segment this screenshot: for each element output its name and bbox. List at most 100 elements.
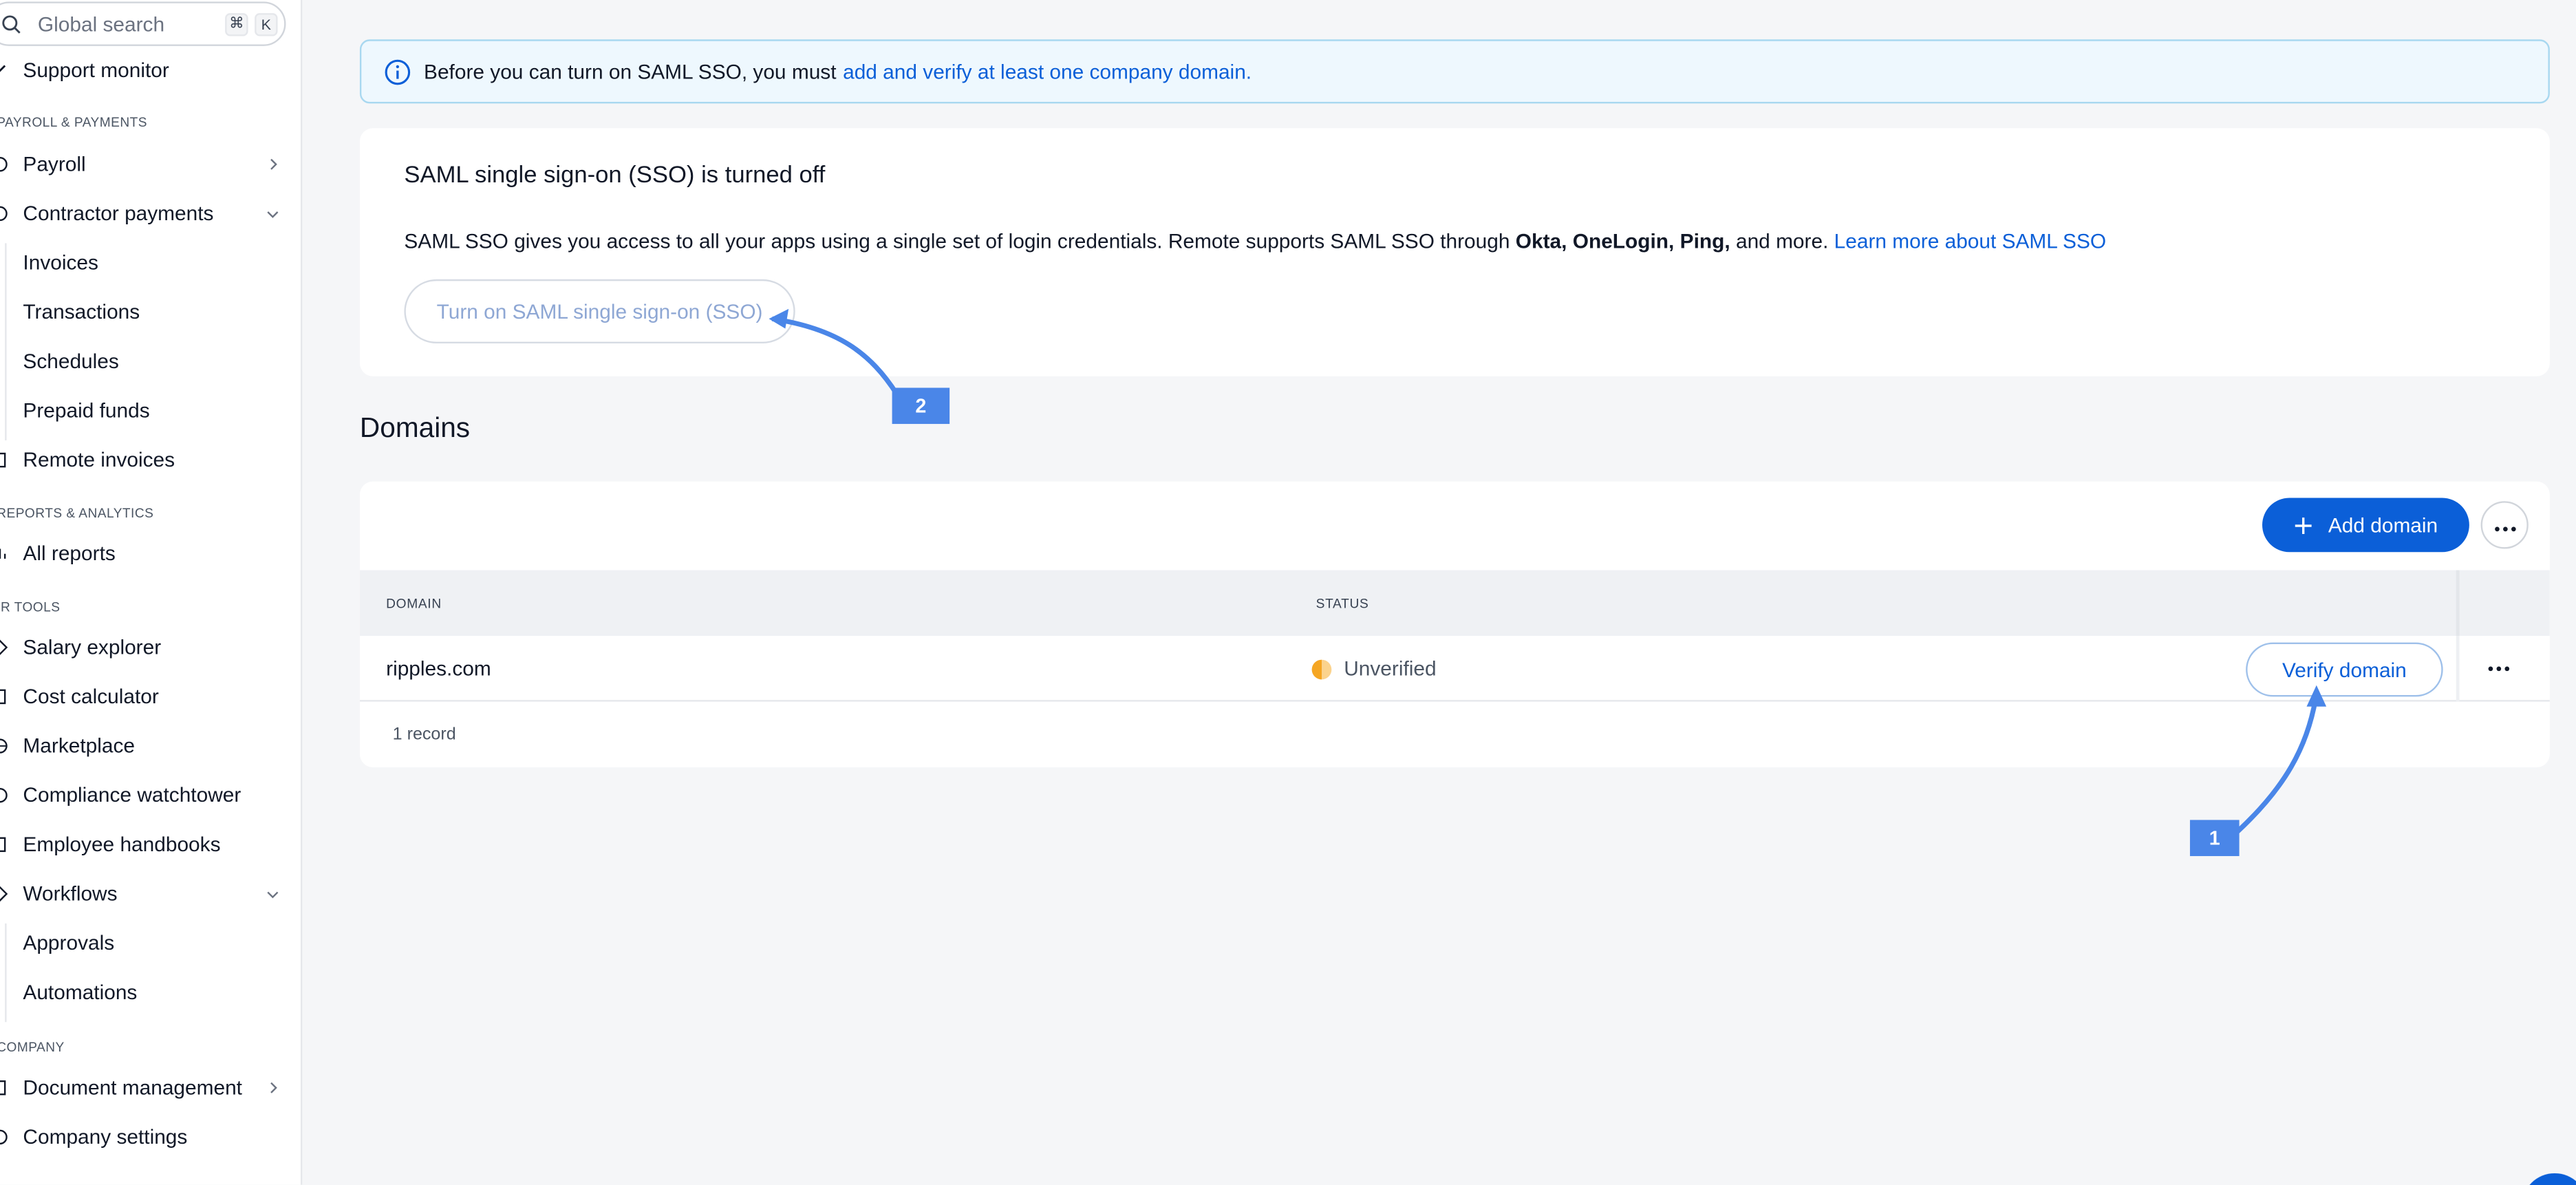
book-icon [0,835,10,855]
sidebar-item-label: Automations [23,981,138,1004]
add-domain-button[interactable]: Add domain [2262,498,2469,553]
monitor-icon [0,61,10,81]
sidebar-item-schedules[interactable]: Schedules [0,342,302,381]
sso-desc-end: and more. [1735,230,1829,253]
sidebar-item-label: Salary explorer [23,636,162,659]
sso-description: SAML SSO gives you access to all your ap… [404,230,2106,253]
sidebar-item-label: Prepaid funds [23,399,150,423]
settings-icon [0,1127,10,1147]
sidebar-item-all-reports[interactable]: All reports [0,534,302,573]
search-placeholder: Global search [37,12,165,36]
sidebar-item-employee-handbooks[interactable]: Employee handbooks [0,825,302,864]
status-badge: Unverified [1311,657,1437,681]
global-search[interactable]: Global search ⌘ K [0,1,286,46]
globe-icon [0,736,10,756]
sidebar-item-transactions[interactable]: Transactions [0,292,302,332]
annotation-marker-2: 2 [892,387,950,425]
sidebar-item-salary-explorer[interactable]: Salary explorer [0,628,302,667]
more-options-button[interactable] [2480,501,2529,549]
sidebar-item-approvals[interactable]: Approvals [0,924,302,963]
table-header: DOMAIN STATUS [359,570,2550,637]
chart-icon [0,544,10,564]
sidebar-item-label: Approvals [23,931,115,955]
sidebar-item-label: Cost calculator [23,685,159,709]
turn-on-sso-button[interactable]: Turn on SAML single sign-on (SSO) [404,279,795,344]
record-count: 1 record [392,725,456,745]
more-icon [2488,666,2510,672]
add-verify-domain-link[interactable]: add and verify at least one company doma… [843,60,1252,83]
sidebar-item-company-settings[interactable]: Company settings [0,1118,302,1157]
sidebar-item-remote-invoices[interactable]: Remote invoices [0,440,302,480]
section-label-payroll: PAYROLL & PAYMENTS [0,115,148,130]
sidebar-item-contractor-payments[interactable]: Contractor payments [0,194,302,233]
row-more-options-button[interactable] [2479,656,2518,682]
domain-cell: ripples.com [386,657,491,681]
okta-label: Okta, [1515,230,1567,253]
sidebar-item-label: Support monitor [23,58,169,83]
sidebar-item-document-management[interactable]: Document management [0,1068,302,1107]
sidebar-item-support-monitor[interactable]: Support monitor [0,51,302,90]
learn-more-sso-link[interactable]: Learn more about SAML SSO [1834,230,2106,253]
verify-domain-button[interactable]: Verify domain [2246,642,2443,697]
sso-desc-start: SAML SSO gives you access to all your ap… [404,230,1510,253]
shortcut-cmd-key: ⌘ [225,12,248,36]
sidebar-item-label: Document management [23,1076,242,1100]
info-banner: Before you can turn on SAML SSO, you mus… [359,39,2550,104]
search-icon [1,12,24,35]
sidebar-item-label: Workflows [23,882,118,906]
table-row: ripples.com Unverified Verify domain [359,636,2550,702]
invoice-icon [0,450,10,470]
chevron-right-icon [263,154,283,174]
add-domain-label: Add domain [2328,513,2438,537]
more-icon [2493,510,2515,540]
help-chat-button[interactable] [2522,1173,2576,1185]
sidebar-item-workflows[interactable]: Workflows [0,874,302,913]
column-divider [2456,636,2460,702]
sidebar-item-label: Schedules [23,350,119,374]
annotation-marker-1: 1 [2189,820,2240,857]
calculator-icon [0,687,10,707]
sidebar: Global search ⌘ K Support monitor PAYROL… [0,0,303,1185]
sidebar-item-compliance-watchtower[interactable]: Compliance watchtower [0,776,302,815]
sidebar-item-prepaid-funds[interactable]: Prepaid funds [0,391,302,430]
domains-card: Add domain DOMAIN STATUS ripples.com Unv… [359,481,2550,768]
sso-card: SAML single sign-on (SSO) is turned off … [359,128,2550,376]
info-icon [385,58,411,85]
banner-text: Before you can turn on SAML SSO, you mus… [424,60,837,83]
sidebar-item-label: Invoices [23,251,98,275]
currency-icon [0,154,10,174]
sidebar-item-label: Transactions [23,300,140,324]
domains-heading: Domains [359,412,471,444]
compliance-icon [0,785,10,805]
ping-label: Ping, [1679,230,1730,253]
explorer-icon [0,637,10,657]
sidebar-item-automations[interactable]: Automations [0,973,302,1012]
column-divider [2456,570,2460,637]
column-header-status[interactable]: STATUS [1316,597,1369,611]
sidebar-item-cost-calculator[interactable]: Cost calculator [0,677,302,716]
onelogin-label: OneLogin, [1572,230,1675,253]
sidebar-item-marketplace[interactable]: Marketplace [0,726,302,765]
sidebar-item-label: Contractor payments [23,202,214,226]
plus-icon [2294,515,2314,535]
chevron-down-icon [263,884,283,904]
column-header-domain[interactable]: DOMAIN [386,597,442,611]
section-label-reports: REPORTS & ANALYTICS [0,506,154,521]
sidebar-item-payroll[interactable]: Payroll [0,145,302,184]
sidebar-item-invoices[interactable]: Invoices [0,243,302,282]
section-label-tools: OUR TOOLS [0,599,61,615]
sidebar-item-label: Marketplace [23,734,136,758]
chevron-right-icon [263,1078,283,1098]
sso-title: SAML single sign-on (SSO) is turned off [404,162,826,189]
status-label: Unverified [1344,657,1437,681]
shortcut-k-key: K [255,12,278,36]
sidebar-item-label: Company settings [23,1125,188,1149]
document-icon [0,1078,10,1098]
sidebar-item-label: Payroll [23,153,86,176]
sidebar-item-label: Remote invoices [23,448,175,472]
sidebar-item-label: Compliance watchtower [23,783,242,807]
contractor-icon [0,204,10,224]
status-half-circle-icon [1311,659,1332,679]
chevron-down-icon [263,204,283,224]
sidebar-item-label: Employee handbooks [23,833,221,857]
